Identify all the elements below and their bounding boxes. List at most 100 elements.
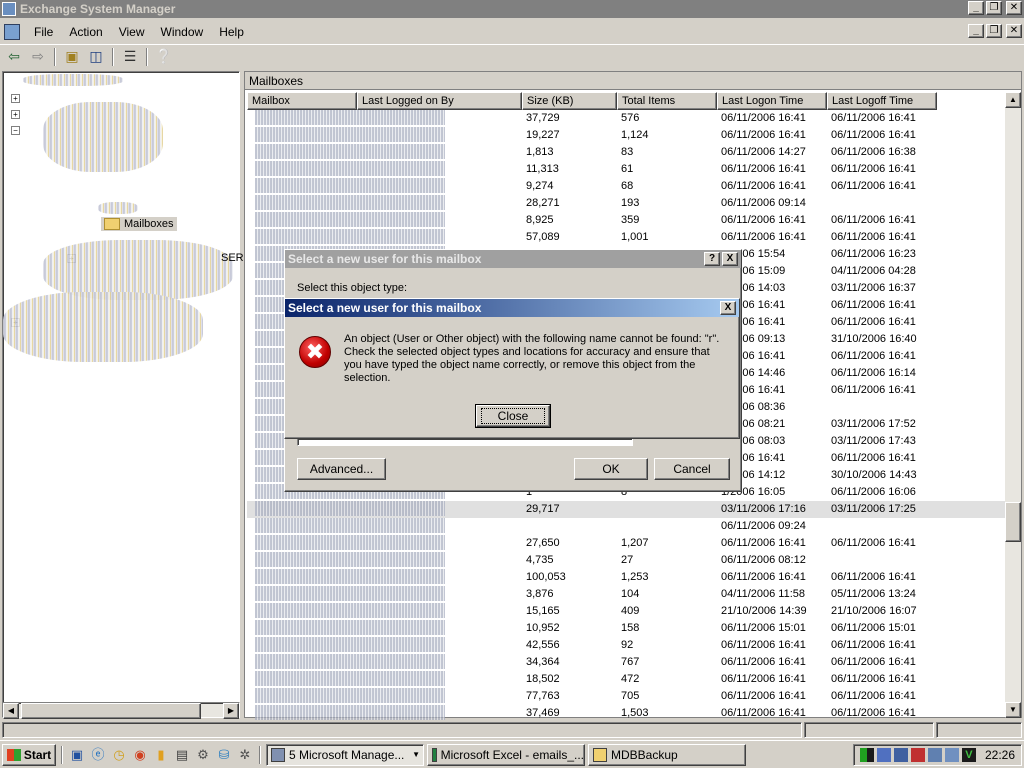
mdi-child-icon[interactable] [4,24,20,40]
close-button[interactable]: Close [475,404,551,428]
table-row[interactable]: 27,650 1,207 06/11/2006 16:41 06/11/2006 16… [247,535,1007,552]
back-arrow-icon[interactable]: ⇦ [4,48,24,66]
table-row[interactable]: 19,227 1,124 06/11/2006 16:41 06/11/2006 16… [247,127,1007,144]
total-items-cell: 359 [621,214,640,226]
menu-action[interactable]: Action [61,25,110,39]
table-row[interactable]: 37,729 576 06/11/2006 16:41 06/11/2006 16:4… [247,110,1007,127]
tray-error-icon[interactable] [910,748,925,762]
table-row[interactable]: 9,274 68 06/11/2006 16:41 06/11/2006 16:41 [247,178,1007,195]
tree-expander[interactable]: + [11,94,20,103]
tray-network-icon[interactable] [893,748,908,762]
column-header-last-logon-time[interactable]: Last Logon Time [717,92,827,110]
table-row[interactable]: 37,469 1,503 06/11/2006 16:41 06/11/2006 16… [247,705,1007,722]
table-row[interactable]: 06/11/2006 09:24 [247,518,1007,535]
tray-vmware-icon[interactable]: V [961,748,976,762]
taskbar-task-mmc[interactable]: 5 Microsoft Manage... ▼ [266,743,424,766]
window-title-bar[interactable]: Exchange System Manager _ ❐ ✕ [0,0,1024,18]
tree-horizontal-scrollbar[interactable]: ◀ ▶ [2,702,240,719]
console-tree[interactable]: + + − + + Mailboxes SER [2,71,244,718]
help-icon[interactable]: ❔ [154,48,174,66]
cancel-button[interactable]: Cancel [654,458,730,480]
tree-expander[interactable]: − [11,126,20,135]
taskbar-task-mdbbackup[interactable]: MDBBackup [588,743,746,766]
menu-window[interactable]: Window [153,25,212,39]
size-cell: 34,364 [526,656,560,668]
tree-node-mailboxes[interactable]: Mailboxes [101,217,177,232]
table-row[interactable]: 10,952 158 06/11/2006 15:01 06/11/2006 15:0… [247,620,1007,637]
size-cell: 37,469 [526,707,560,719]
up-folder-icon[interactable]: ▣ [62,48,82,66]
column-header-total-items[interactable]: Total Items [617,92,717,110]
internet-explorer-icon[interactable]: ⓔ [89,746,107,764]
taskbar-task-excel[interactable]: Microsoft Excel - emails_... [427,743,585,766]
table-row[interactable]: 8,925 359 06/11/2006 16:41 06/11/2006 16:41 [247,212,1007,229]
column-header-last-logged-on-by[interactable]: Last Logged on By [357,92,522,110]
restore-button[interactable]: ❐ [986,1,1002,15]
dialog-title-bar[interactable]: Select a new user for this mailbox [285,250,741,268]
export-list-icon[interactable]: ☰ [120,48,140,66]
ok-button[interactable]: OK [574,458,648,480]
forward-arrow-icon[interactable]: ⇨ [28,48,48,66]
services-gear-icon[interactable]: ⚙ [194,746,212,764]
table-row[interactable]: 1,813 83 06/11/2006 14:27 06/11/2006 16:38 [247,144,1007,161]
table-row[interactable]: 29,717 03/11/2006 17:16 03/11/2006 17:25 [247,501,1007,518]
table-row[interactable]: 4,735 27 06/11/2006 08:12 [247,552,1007,569]
menu-file[interactable]: File [26,25,61,39]
table-row[interactable]: 28,271 193 06/11/2006 09:14 [247,195,1007,212]
tray-display-icon[interactable] [944,748,959,762]
table-row[interactable]: 77,763 705 06/11/2006 16:41 06/11/2006 16:4… [247,688,1007,705]
clock-app-icon[interactable]: ◷ [110,746,128,764]
column-header-size[interactable]: Size (KB) [522,92,617,110]
column-header-last-logoff-time[interactable]: Last Logoff Time [827,92,937,110]
mdi-minimize-button[interactable]: _ [968,24,984,38]
error-dialog-close-x-button[interactable]: X [720,301,736,315]
scroll-thumb[interactable] [1005,502,1021,542]
last-logoff-cell [827,399,937,416]
show-hide-tree-icon[interactable]: ◫ [86,48,106,66]
table-row[interactable]: 57,089 1,001 06/11/2006 16:41 06/11/2006 16… [247,229,1007,246]
close-button[interactable]: ✕ [1006,1,1022,15]
dialog-help-button[interactable]: ? [704,252,720,266]
object-name-field[interactable] [297,438,633,446]
scroll-up-icon[interactable]: ▲ [1005,92,1021,108]
table-row[interactable]: 18,502 472 06/11/2006 16:41 06/11/2006 16:4… [247,671,1007,688]
tray-status-icon[interactable] [859,748,874,762]
show-desktop-icon[interactable]: ▣ [68,746,86,764]
tools-icon[interactable]: ✲ [236,746,254,764]
total-items-cell: 104 [621,588,640,600]
start-button[interactable]: Start [2,743,56,766]
menu-help[interactable]: Help [211,25,252,39]
notepad-icon[interactable]: ▮ [152,746,170,764]
table-row[interactable]: 34,364 767 06/11/2006 16:41 06/11/2006 16:4… [247,654,1007,671]
total-items-cell: 1,124 [621,129,649,141]
tray-monitor-icon[interactable] [876,748,891,762]
tree-expander[interactable]: + [11,110,20,119]
minimize-button[interactable]: _ [968,1,984,15]
mdi-restore-button[interactable]: ❐ [986,24,1002,38]
last-logoff-cell: 06/11/2006 16:41 [831,384,916,396]
menu-view[interactable]: View [111,25,153,39]
table-row[interactable]: 100,053 1,253 06/11/2006 16:41 06/11/2006 1… [247,569,1007,586]
tray-connection-icon[interactable] [927,748,942,762]
dialog-close-button[interactable]: X [722,252,738,266]
total-items-cell: 1,503 [621,707,649,719]
column-header-mailbox[interactable]: Mailbox [247,92,357,110]
scroll-down-icon[interactable]: ▼ [1005,702,1021,718]
table-row[interactable]: 11,313 61 06/11/2006 16:41 06/11/2006 16:41 [247,161,1007,178]
mailbox-name-cell [247,195,522,212]
scroll-right-icon[interactable]: ▶ [223,703,239,719]
table-row[interactable]: 3,876 104 04/11/2006 11:58 05/11/2006 13:24 [247,586,1007,603]
advanced-button[interactable]: Advanced... [297,458,386,480]
network-icon[interactable]: ⛁ [215,746,233,764]
media-player-icon[interactable]: ◉ [131,746,149,764]
scroll-left-icon[interactable]: ◀ [3,703,19,719]
table-row[interactable]: 42,556 92 06/11/2006 16:41 06/11/2006 16:41 [247,637,1007,654]
results-vertical-scrollbar[interactable]: ▲ ▼ [1005,92,1021,718]
excel-icon [432,747,437,762]
mdi-close-button[interactable]: ✕ [1006,24,1022,38]
document-icon[interactable]: ▤ [173,746,191,764]
table-row[interactable]: 15,165 409 21/10/2006 14:39 21/10/2006 16:0… [247,603,1007,620]
tree-node-partial-server[interactable]: SER [221,252,244,264]
scroll-thumb[interactable] [21,703,201,719]
error-dialog-title-bar[interactable]: Select a new user for this mailbox [285,299,739,317]
